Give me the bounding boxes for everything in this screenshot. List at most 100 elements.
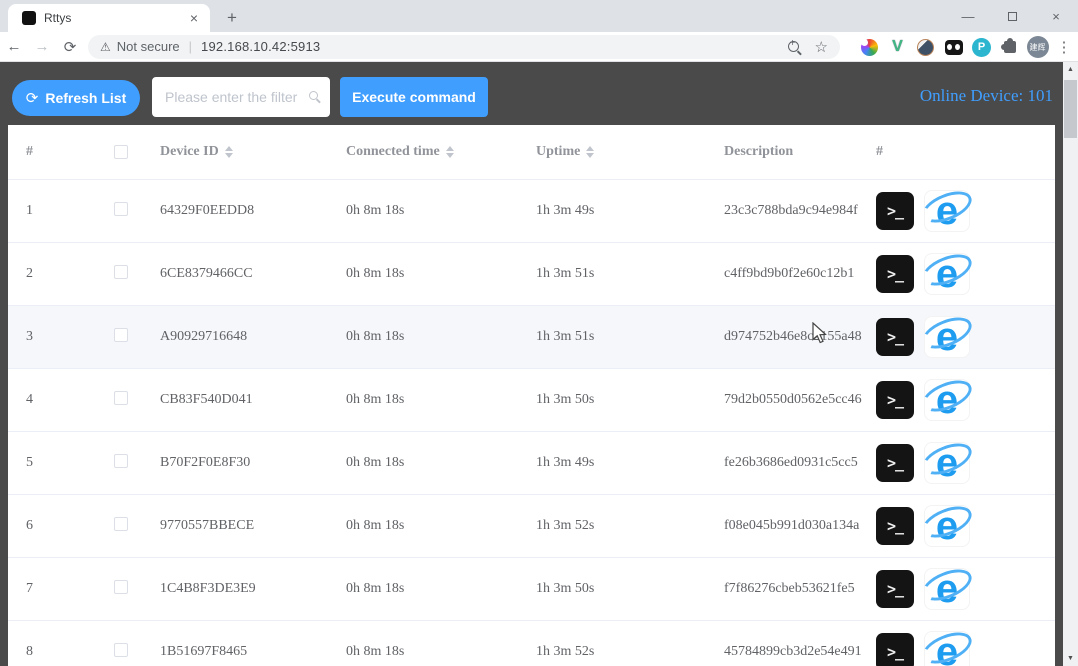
open-terminal-button[interactable]: >_ (876, 507, 914, 545)
maximize-button[interactable] (990, 9, 1034, 24)
address-bar[interactable]: ⚠ Not secure | 192.168.10.42:5913 ☆ (88, 35, 840, 59)
header-uptime[interactable]: Uptime (530, 144, 718, 160)
uptime-cell: 1h 3m 49s (530, 203, 718, 219)
uptime-cell: 1h 3m 52s (530, 518, 718, 534)
forward-button: → (28, 38, 56, 55)
sort-icon[interactable] (586, 146, 594, 158)
panda-extension-icon[interactable] (942, 36, 965, 59)
zoom-icon[interactable] (788, 41, 799, 52)
open-browser-button[interactable]: e (924, 568, 970, 610)
row-checkbox[interactable] (114, 517, 128, 531)
connected-time-cell: 0h 8m 18s (340, 581, 530, 597)
row-index: 6 (20, 518, 108, 534)
row-checkbox[interactable] (114, 202, 128, 216)
row-index: 4 (20, 392, 108, 408)
row-index: 5 (20, 455, 108, 471)
not-secure-warning-icon[interactable]: ⚠ (100, 40, 111, 54)
uptime-cell: 1h 3m 49s (530, 455, 718, 471)
open-browser-button[interactable]: e (924, 190, 970, 232)
chrome-menu-icon[interactable]: ⋮ (1054, 38, 1074, 56)
extensions-puzzle-icon[interactable] (998, 36, 1021, 59)
description-cell: f7f86276cbeb53621fe5 (718, 581, 870, 597)
open-terminal-button[interactable]: >_ (876, 444, 914, 482)
connected-time-cell: 0h 8m 18s (340, 392, 530, 408)
table-row: 5 B70F2F0E8F30 0h 8m 18s 1h 3m 49s fe26b… (8, 432, 1055, 495)
open-browser-button[interactable]: e (924, 505, 970, 547)
header-connected-time[interactable]: Connected time (340, 144, 530, 160)
description-cell: c4ff9bd9b0f2e60c12b1 (718, 266, 870, 282)
open-browser-button[interactable]: e (924, 379, 970, 421)
open-browser-button[interactable]: e (924, 253, 970, 295)
device-id-cell: 9770557BBECE (154, 518, 340, 534)
close-button[interactable]: × (1034, 9, 1078, 24)
row-index: 7 (20, 581, 108, 597)
profile-avatar[interactable]: 建辉 (1026, 36, 1049, 59)
terminal-icon: >_ (887, 391, 903, 409)
header-device-id[interactable]: Device ID (154, 144, 340, 160)
open-terminal-button[interactable]: >_ (876, 570, 914, 608)
row-checkbox[interactable] (114, 454, 128, 468)
device-id-cell: CB83F540D041 (154, 392, 340, 408)
uptime-cell: 1h 3m 52s (530, 644, 718, 660)
reload-button[interactable]: ⟳ (56, 38, 84, 56)
open-terminal-button[interactable]: >_ (876, 318, 914, 356)
back-button[interactable]: ← (0, 38, 28, 55)
scrollbar-thumb[interactable] (1064, 80, 1077, 138)
open-browser-button[interactable]: e (924, 316, 970, 358)
select-all-checkbox[interactable] (114, 145, 128, 159)
globe-extension-icon[interactable] (914, 36, 937, 59)
browser-tab[interactable]: Rttys × (8, 4, 210, 32)
description-cell: 45784899cb3d2e54e491 (718, 644, 870, 660)
internet-explorer-icon: e (936, 506, 958, 546)
new-tab-button[interactable]: + (220, 6, 244, 30)
open-terminal-button[interactable]: >_ (876, 633, 914, 666)
sort-icon[interactable] (446, 146, 454, 158)
actions-cell: >_ e (870, 316, 1055, 358)
security-label: Not secure (117, 39, 180, 54)
terminal-icon: >_ (887, 265, 903, 283)
omnibox-separator: | (189, 39, 192, 54)
bookmark-star-icon[interactable]: ☆ (815, 38, 828, 56)
internet-explorer-icon: e (936, 569, 958, 609)
table-row: 6 9770557BBECE 0h 8m 18s 1h 3m 52s f08e0… (8, 495, 1055, 558)
row-checkbox[interactable] (114, 580, 128, 594)
uptime-cell: 1h 3m 51s (530, 329, 718, 345)
row-index: 3 (20, 329, 108, 345)
sort-icon[interactable] (225, 146, 233, 158)
connected-time-cell: 0h 8m 18s (340, 518, 530, 534)
scroll-down-icon[interactable]: ▼ (1063, 651, 1078, 666)
row-checkbox[interactable] (114, 391, 128, 405)
execute-command-button[interactable]: Execute command (340, 77, 488, 117)
scroll-up-icon[interactable]: ▲ (1063, 62, 1078, 77)
row-checkbox[interactable] (114, 643, 128, 657)
refresh-list-button[interactable]: ⟳ Refresh List (12, 80, 140, 116)
description-cell: f08e045b991d030a134a (718, 518, 870, 534)
internet-explorer-icon: e (936, 632, 958, 666)
page-scrollbar[interactable]: ▲ ▼ (1063, 62, 1078, 666)
open-browser-button[interactable]: e (924, 631, 970, 666)
page-toolbar: ⟳ Refresh List Execute command Online De… (0, 62, 1063, 125)
open-terminal-button[interactable]: >_ (876, 255, 914, 293)
description-cell: 79d2b0550d0562e5cc46 (718, 392, 870, 408)
open-browser-button[interactable]: e (924, 442, 970, 484)
device-id-cell: B70F2F0E8F30 (154, 455, 340, 471)
open-terminal-button[interactable]: >_ (876, 192, 914, 230)
description-cell: 23c3c788bda9c94e984f (718, 203, 870, 219)
row-checkbox[interactable] (114, 265, 128, 279)
filter-input[interactable] (152, 77, 330, 117)
actions-cell: >_ e (870, 442, 1055, 484)
open-terminal-button[interactable]: >_ (876, 381, 914, 419)
actions-cell: >_ e (870, 631, 1055, 666)
device-id-cell: 64329F0EEDD8 (154, 203, 340, 219)
minimize-button[interactable]: — (946, 9, 990, 24)
row-index: 1 (20, 203, 108, 219)
tab-close-icon[interactable]: × (186, 10, 202, 26)
tab-strip: Rttys × + — × (0, 0, 1078, 32)
row-checkbox[interactable] (114, 328, 128, 342)
color-wheel-extension-icon[interactable] (858, 36, 881, 59)
connected-time-cell: 0h 8m 18s (340, 644, 530, 660)
connected-time-cell: 0h 8m 18s (340, 455, 530, 471)
vue-devtools-icon[interactable]: V (886, 36, 909, 59)
p-extension-icon[interactable]: P (970, 36, 993, 59)
internet-explorer-icon: e (936, 317, 958, 357)
